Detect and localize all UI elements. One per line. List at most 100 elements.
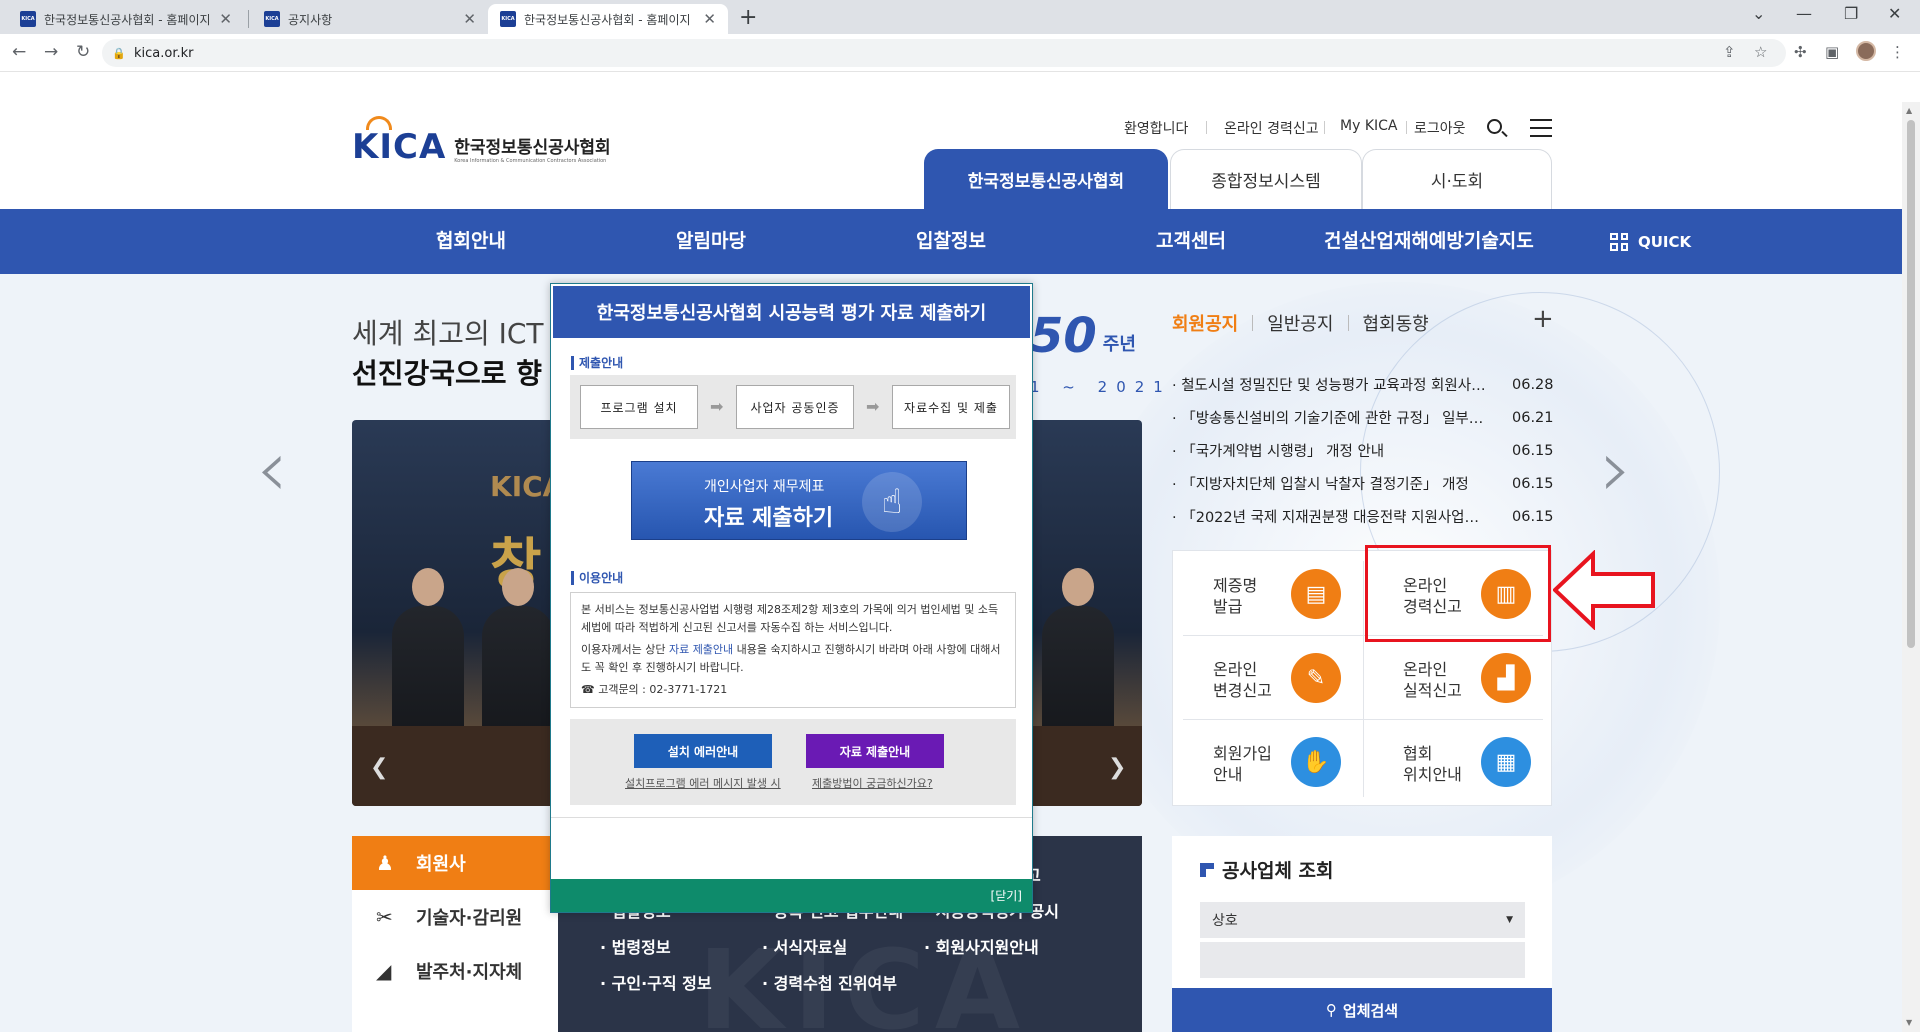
section-usage-guide: 이용안내 xyxy=(571,569,623,586)
close-tab-icon[interactable]: ✕ xyxy=(463,10,476,28)
notice-list: · 철도시설 정밀진단 및 성능평가 교육과정 회원사 안내 06.28 · 「방… xyxy=(1172,368,1554,533)
restore-icon[interactable]: ❐ xyxy=(1844,4,1858,23)
service-certificate[interactable]: 제증명 발급 ▤ xyxy=(1173,555,1351,631)
page-scrollbar[interactable]: ▲ ▼ xyxy=(1902,102,1920,1032)
close-tab-icon[interactable]: ✕ xyxy=(703,10,716,28)
category-client[interactable]: ◢ 발주처·지자체 xyxy=(352,944,558,998)
category-member[interactable]: ♟ 회원사 xyxy=(352,836,558,890)
submit-financial-statement-button[interactable]: 개인사업자 재무제표 자료 제출하기 ☝ xyxy=(631,461,967,540)
browser-menu-icon[interactable]: ⋮ xyxy=(1890,43,1905,61)
site-tab-kica[interactable]: 한국정보통신공사협회 xyxy=(924,149,1168,209)
kica-logo[interactable]: KICA 한국정보통신공사협회 Korea Information & Comm… xyxy=(352,116,611,164)
nav-about[interactable]: 협회안내 xyxy=(436,209,506,274)
info-link[interactable]: 자료 제출안내 xyxy=(669,643,733,656)
submission-guide-note[interactable]: 제출방법이 궁금하신가요? xyxy=(812,775,933,791)
service-label: 온라인 변경신고 xyxy=(1213,660,1272,700)
slide-person xyxy=(482,568,554,746)
site-tab-regional[interactable]: 시·도회 xyxy=(1362,149,1552,209)
new-tab-icon[interactable]: + xyxy=(739,5,757,30)
link-member-support[interactable]: · 회원사지원안내 xyxy=(924,934,1039,958)
carousel-next-arrow-icon[interactable]: › xyxy=(1600,422,1632,515)
service-online-performance[interactable]: 온라인 실적신고 ▟ xyxy=(1363,639,1541,715)
link-forms[interactable]: · 서식자료실 xyxy=(762,934,847,958)
reload-icon[interactable]: ↻ xyxy=(76,42,90,62)
submission-guide-button[interactable]: 자료 제출안내 xyxy=(806,734,944,768)
nav-safety-guidance[interactable]: 건설산업재해예방기술지도 xyxy=(1324,209,1534,274)
util-separator xyxy=(1324,121,1325,134)
share-icon[interactable]: ⇪ xyxy=(1723,43,1736,61)
service-membership[interactable]: 회원가입 안내 ✋ xyxy=(1173,723,1351,799)
carousel-prev-arrow-icon[interactable]: ‹ xyxy=(256,422,288,515)
popup-footer: [닫기] xyxy=(551,879,1032,912)
link-text: 서식자료실 xyxy=(773,938,848,957)
browser-tab-2[interactable]: KICA 공지사항 ✕ xyxy=(252,4,488,34)
scroll-up-icon[interactable]: ▲ xyxy=(1906,106,1912,115)
util-link-career-report[interactable]: 온라인 경력신고 xyxy=(1224,118,1319,138)
bookmark-star-icon[interactable]: ☆ xyxy=(1754,43,1767,61)
tab-title: 한국정보통신공사협회 - 홈페이지 xyxy=(524,12,691,27)
service-location[interactable]: 협회 위치안내 ▦ xyxy=(1363,723,1541,799)
notice-item[interactable]: · 「국가계약법 시행령」 개정 안내 06.15 xyxy=(1172,434,1554,467)
minimize-icon[interactable]: — xyxy=(1796,4,1812,23)
service-online-change[interactable]: 온라인 변경신고 ✎ xyxy=(1173,639,1351,715)
forward-icon[interactable]: → xyxy=(44,42,58,62)
notice-item[interactable]: · 「2022년 국제 지재권분쟁 대응전략 지원사업」 안내 06.15 xyxy=(1172,500,1554,533)
site-tab-info-system[interactable]: 종합정보시스템 xyxy=(1170,149,1362,209)
util-link-logout[interactable]: 로그아웃 xyxy=(1414,118,1466,138)
notice-date: 06.15 xyxy=(1512,442,1554,459)
browser-tabstrip: KICA 한국정보통신공사협회 - 홈페이지 ✕ KICA 공지사항 ✕ KIC… xyxy=(0,0,1920,34)
category-engineer[interactable]: ✂ 기술자·감리원 xyxy=(352,890,558,944)
search-icon: ⚲ xyxy=(1325,1001,1337,1019)
notice-date: 06.28 xyxy=(1512,376,1554,393)
tab-member-notice[interactable]: 회원공지 xyxy=(1172,310,1238,336)
hamburger-menu-icon[interactable] xyxy=(1530,119,1552,143)
close-popup-link[interactable]: [닫기] xyxy=(991,887,1022,904)
tab-general-notice[interactable]: 일반공지 xyxy=(1267,310,1333,336)
notice-item[interactable]: · 「지방자치단체 입찰시 낙찰자 결정기준」 개정 06.15 xyxy=(1172,467,1554,500)
search-type-select[interactable]: 상호 ▼ xyxy=(1200,902,1525,938)
profile-avatar[interactable] xyxy=(1856,41,1876,61)
scroll-down-icon[interactable]: ▼ xyxy=(1906,1018,1912,1027)
service-label: 제증명 발급 xyxy=(1213,576,1258,616)
nav-notice[interactable]: 알림마당 xyxy=(676,209,746,274)
close-tab-icon[interactable]: ✕ xyxy=(219,10,232,28)
link-jobs[interactable]: · 구인·구직 정보 xyxy=(600,970,712,994)
util-separator xyxy=(1206,121,1207,134)
logo-text: 한국정보통신공사협회 Korea Information & Communica… xyxy=(454,133,610,164)
handshake-icon: ✋ xyxy=(1291,737,1341,787)
search-icon[interactable] xyxy=(1487,119,1502,134)
company-name-input[interactable] xyxy=(1200,942,1525,978)
install-error-note[interactable]: 설치프로그램 에러 메시지 발생 시 xyxy=(625,775,781,791)
company-search-button[interactable]: ⚲ 업체검색 xyxy=(1172,988,1552,1032)
nav-bidding[interactable]: 입찰정보 xyxy=(916,209,986,274)
slide-prev-icon[interactable]: ❮ xyxy=(370,755,388,780)
nav-customer-center[interactable]: 고객센터 xyxy=(1156,209,1226,274)
tab-search-chevron-icon[interactable]: ⌄ xyxy=(1752,4,1765,23)
company-search-panel: 공사업체 조회 상호 ▼ ⚲ 업체검색 xyxy=(1172,836,1552,1032)
scrollbar-thumb[interactable] xyxy=(1907,120,1915,648)
install-error-button[interactable]: 설치 에러안내 xyxy=(634,734,772,768)
notice-title-text: 철도시설 정밀진단 및 성능평가 교육과정 회원사 안내 xyxy=(1181,378,1503,394)
tab-association-news[interactable]: 협회동향 xyxy=(1363,310,1429,336)
slide-next-icon[interactable]: ❯ xyxy=(1108,755,1126,780)
submission-popup: 한국정보통신공사협회 시공능력 평가 자료 제출하기 제출안내 프로그램 설치 … xyxy=(550,283,1033,913)
link-career-book[interactable]: · 경력수첩 진위여부 xyxy=(762,970,897,994)
quick-label: QUICK xyxy=(1638,232,1692,251)
notice-item[interactable]: · 철도시설 정밀진단 및 성능평가 교육과정 회원사 안내 06.28 xyxy=(1172,368,1554,401)
extensions-puzzle-icon[interactable]: ✣ xyxy=(1794,43,1807,61)
popup-title: 한국정보통신공사협회 시공능력 평가 자료 제출하기 xyxy=(553,286,1030,338)
category-label: 회원사 xyxy=(416,854,466,875)
quick-menu-button[interactable]: QUICK xyxy=(1610,209,1691,274)
link-law[interactable]: · 법령정보 xyxy=(600,934,671,958)
notice-item[interactable]: · 「방송통신설비의 기술기준에 관한 규정」 일부개정 06.21 xyxy=(1172,401,1554,434)
side-panel-icon[interactable]: ▣ xyxy=(1825,43,1839,61)
slide-person xyxy=(1042,568,1114,746)
browser-tab-3[interactable]: KICA 한국정보통신공사협회 - 홈페이지 ✕ xyxy=(488,4,728,34)
more-plus-icon[interactable]: + xyxy=(1532,304,1554,334)
util-link-my-kica[interactable]: My KICA xyxy=(1340,118,1397,134)
notice-title: · 「2022년 국제 지재권분쟁 대응전략 지원사업」 안내 xyxy=(1172,510,1511,526)
browser-tab-1[interactable]: KICA 한국정보통신공사협회 - 홈페이지 ✕ xyxy=(8,4,244,34)
close-window-icon[interactable]: ✕ xyxy=(1888,4,1901,23)
back-icon[interactable]: ← xyxy=(12,42,26,62)
address-bar[interactable]: 🔒 kica.or.kr xyxy=(102,39,1786,67)
